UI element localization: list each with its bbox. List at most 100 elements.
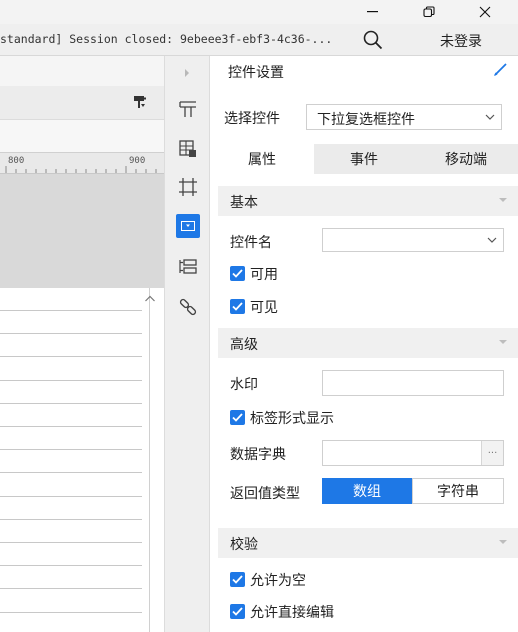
return-type-array-option[interactable]: 数组 — [322, 478, 412, 504]
ruler-label-900: 900 — [129, 156, 146, 166]
session-status-text: standard] Session closed: 9ebeee3f-ebf3-… — [0, 32, 333, 46]
cell-properties-icon — [179, 140, 196, 157]
grid-row-line — [0, 426, 142, 427]
table-layout-icon — [179, 101, 196, 117]
allow-empty-checkbox[interactable] — [230, 572, 245, 587]
tab-mobile-label: 移动端 — [445, 152, 487, 168]
editor-toolbar — [0, 86, 164, 120]
visible-label: 可见 — [250, 300, 278, 316]
grid-row-line — [0, 310, 142, 311]
dictionary-picker-button[interactable]: ··· — [481, 441, 503, 465]
cell-grid[interactable] — [0, 288, 150, 632]
layout-settings-button[interactable] — [175, 96, 201, 122]
check-icon — [232, 575, 243, 584]
login-status-link[interactable]: 未登录 — [440, 31, 482, 51]
allow-direct-edit-label: 允许直接编辑 — [250, 605, 334, 621]
grid-row-line — [0, 542, 142, 543]
section-advanced-header[interactable]: 高级 — [218, 328, 518, 358]
format-painter-button[interactable] — [132, 94, 150, 112]
form-structure-button[interactable] — [175, 254, 201, 280]
tab-events-label: 事件 — [350, 152, 378, 168]
edit-pen-button[interactable] — [492, 62, 508, 78]
data-dictionary-label: 数据字典 — [230, 447, 286, 463]
chevron-down-icon — [481, 229, 503, 251]
panel-icon-strip — [164, 56, 210, 632]
allow-direct-edit-checkbox[interactable] — [230, 604, 245, 619]
tab-mobile[interactable]: 移动端 — [414, 144, 518, 174]
close-button[interactable] — [462, 0, 508, 24]
editor-spacer — [0, 120, 164, 152]
minimize-button[interactable] — [350, 0, 396, 24]
search-button[interactable] — [362, 29, 386, 53]
grid-row-line — [0, 380, 142, 381]
tag-display-checkbox[interactable] — [230, 410, 245, 425]
allow-empty-label: 允许为空 — [250, 573, 306, 589]
section-basic-header[interactable]: 基本 — [218, 186, 518, 216]
tab-properties-label: 属性 — [248, 152, 276, 168]
watermark-label: 水印 — [230, 377, 258, 393]
check-icon — [232, 302, 243, 311]
data-dictionary-input[interactable]: ··· — [322, 440, 504, 466]
grid-row-line — [0, 565, 142, 566]
grid-row-line — [0, 333, 142, 334]
tag-display-label: 标签形式显示 — [250, 411, 334, 427]
frame-icon — [179, 178, 197, 196]
return-type-string-option[interactable]: 字符串 — [412, 478, 504, 504]
widget-type-value: 下拉复选框控件 — [317, 112, 415, 128]
format-painter-icon — [134, 96, 146, 108]
section-validation-header[interactable]: 校验 — [218, 528, 518, 558]
form-structure-icon — [179, 259, 197, 274]
section-advanced-title: 高级 — [230, 337, 258, 353]
collapse-panel-button[interactable] — [183, 66, 191, 82]
editor-header — [0, 56, 164, 86]
visible-checkbox[interactable] — [230, 299, 245, 314]
widget-settings-panel: 控件设置 选择控件 下拉复选框控件 属性 事件 移动端 基本 控件名 可用 可见… — [210, 56, 518, 632]
cell-properties-button[interactable] — [175, 136, 201, 162]
grid-row-line — [0, 519, 142, 520]
window-title-bar — [0, 0, 518, 24]
grid-row-line — [0, 612, 142, 613]
return-type-label: 返回值类型 — [230, 486, 300, 502]
watermark-input[interactable] — [322, 370, 504, 396]
caret-right-icon — [185, 69, 189, 77]
widget-name-label: 控件名 — [230, 235, 272, 251]
ellipsis-icon: ··· — [487, 447, 498, 459]
widget-name-select[interactable] — [322, 228, 504, 252]
restore-button[interactable] — [406, 0, 452, 24]
close-icon — [479, 6, 491, 18]
pen-icon — [494, 63, 507, 76]
session-bar: standard] Session closed: 9ebeee3f-ebf3-… — [0, 24, 518, 56]
minimize-icon — [367, 11, 378, 13]
settings-tabs: 属性 事件 移动端 — [210, 144, 518, 174]
grid-row-line — [0, 356, 142, 357]
element-frame-button[interactable] — [175, 174, 201, 200]
check-icon — [232, 607, 243, 616]
grid-row-line — [0, 472, 142, 473]
caret-down-icon — [499, 340, 507, 344]
restore-icon — [423, 6, 435, 18]
return-type-array-label: 数组 — [353, 484, 381, 500]
grid-row-line — [0, 496, 142, 497]
vertical-scrollbar[interactable] — [150, 288, 164, 632]
tab-events[interactable]: 事件 — [314, 144, 414, 174]
widget-type-select[interactable]: 下拉复选框控件 — [306, 104, 502, 130]
hyperlink-button[interactable] — [175, 294, 201, 320]
select-widget-label: 选择控件 — [224, 111, 280, 127]
section-basic-title: 基本 — [230, 195, 258, 211]
widget-settings-button[interactable] — [176, 214, 200, 238]
search-icon — [363, 30, 383, 50]
dropdown-widget-icon — [181, 221, 195, 231]
caret-down-icon — [499, 198, 507, 202]
caret-down-icon — [499, 540, 507, 544]
link-icon — [179, 298, 197, 316]
panel-title: 控件设置 — [228, 65, 284, 81]
tab-properties[interactable]: 属性 — [210, 144, 314, 174]
scroll-up-button[interactable] — [144, 292, 158, 306]
ruler-label-800: 800 — [8, 156, 25, 166]
horizontal-ruler: 800 900 — [0, 152, 164, 174]
check-icon — [232, 413, 243, 422]
design-canvas[interactable] — [0, 174, 164, 288]
enabled-checkbox[interactable] — [230, 266, 245, 281]
chevron-up-icon — [145, 295, 155, 302]
check-icon — [232, 269, 243, 278]
